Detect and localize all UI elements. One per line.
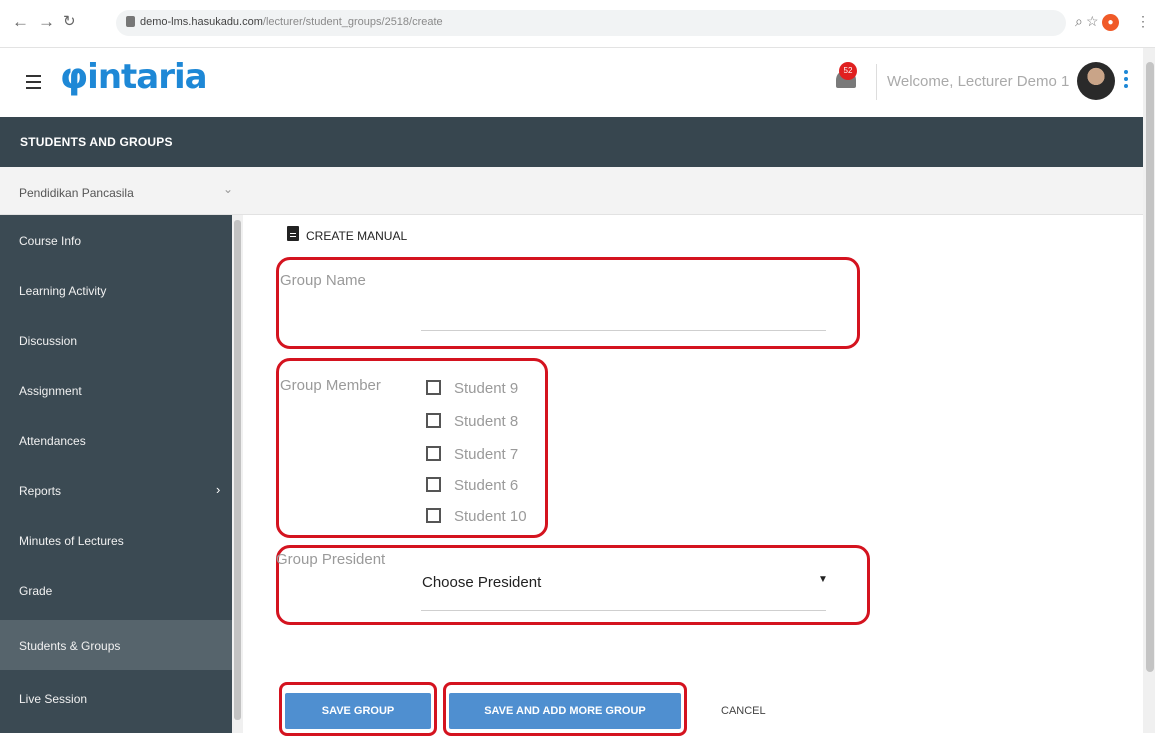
star-icon[interactable]: ☆ bbox=[1086, 13, 1099, 30]
cancel-button[interactable]: CANCEL bbox=[721, 705, 766, 717]
section-title: STUDENTS AND GROUPS bbox=[20, 135, 173, 149]
save-group-button[interactable]: SAVE GROUP bbox=[285, 693, 431, 729]
avatar[interactable] bbox=[1077, 62, 1115, 100]
sidebar-item-minutes-of-lectures[interactable]: Minutes of Lectures bbox=[0, 515, 232, 565]
checkbox[interactable] bbox=[426, 413, 441, 428]
checkbox[interactable] bbox=[426, 380, 441, 395]
checkbox[interactable] bbox=[426, 446, 441, 461]
save-and-add-more-group-button[interactable]: SAVE AND ADD MORE GROUP bbox=[449, 693, 681, 729]
logo: φintaria bbox=[60, 56, 208, 97]
group-president-label: Group President bbox=[276, 551, 386, 568]
header-divider bbox=[876, 64, 877, 100]
chevron-right-icon: › bbox=[216, 482, 221, 497]
section-bar: STUDENTS AND GROUPS bbox=[0, 117, 1143, 167]
back-icon[interactable]: ← bbox=[12, 12, 29, 32]
president-select[interactable]: Choose President bbox=[422, 574, 541, 591]
form-heading: CREATE MANUAL bbox=[306, 229, 408, 243]
sidebar-item-grade[interactable]: Grade bbox=[0, 565, 232, 615]
sidebar-scrollbar-thumb[interactable] bbox=[234, 220, 241, 720]
forward-icon[interactable]: → bbox=[38, 12, 55, 32]
browser-toolbar: ← → ↻ demo-lms.hasukadu.com/lecturer/stu… bbox=[0, 0, 1155, 48]
group-name-highlight bbox=[276, 257, 860, 349]
president-select-underline bbox=[421, 610, 826, 611]
page-scrollbar-thumb[interactable] bbox=[1146, 62, 1154, 672]
zoom-icon[interactable]: ⌕ bbox=[1075, 13, 1083, 30]
sidebar-item-live-session[interactable]: Live Session bbox=[0, 673, 232, 723]
bell-icon[interactable]: 52 bbox=[833, 62, 859, 92]
sidebar-item-discussion[interactable]: Discussion bbox=[0, 315, 232, 365]
extension-icon[interactable]: ● bbox=[1102, 14, 1119, 31]
welcome-text: Welcome, Lecturer Demo 1 bbox=[887, 73, 1070, 90]
hamburger-icon[interactable] bbox=[26, 75, 41, 93]
app-header: φintaria 52 Welcome, Lecturer Demo 1 bbox=[0, 48, 1143, 117]
chevron-down-icon[interactable]: ⌄ bbox=[223, 182, 233, 196]
dropdown-arrow-icon[interactable]: ▼ bbox=[818, 574, 828, 585]
course-name: Pendidikan Pancasila bbox=[19, 186, 134, 200]
address-bar[interactable]: demo-lms.hasukadu.com/lecturer/student_g… bbox=[116, 10, 1066, 36]
group-name-input[interactable] bbox=[421, 330, 826, 331]
browser-menu-icon[interactable]: ⋮ bbox=[1136, 13, 1150, 30]
checkbox[interactable] bbox=[426, 477, 441, 492]
document-icon bbox=[287, 226, 299, 241]
main-content: CREATE MANUAL Group Name Group Member St… bbox=[243, 215, 1143, 736]
reload-icon[interactable]: ↻ bbox=[63, 12, 76, 32]
url-text: demo-lms.hasukadu.com/lecturer/student_g… bbox=[140, 16, 443, 28]
group-member-label: Group Member bbox=[280, 377, 381, 394]
sidebar: Course Info Learning Activity Discussion… bbox=[0, 215, 232, 733]
sidebar-item-reports[interactable]: Reports › bbox=[0, 465, 232, 515]
group-name-label: Group Name bbox=[280, 272, 366, 289]
kebab-icon[interactable] bbox=[1124, 70, 1128, 91]
sidebar-item-learning-activity[interactable]: Learning Activity bbox=[0, 265, 232, 315]
lock-icon bbox=[126, 16, 135, 27]
sidebar-item-students-groups[interactable]: Students & Groups bbox=[0, 620, 232, 670]
logo-mark-icon: φ bbox=[60, 56, 88, 97]
sidebar-item-assignment[interactable]: Assignment bbox=[0, 365, 232, 415]
sidebar-item-course-info[interactable]: Course Info bbox=[0, 215, 232, 265]
course-selector[interactable]: Pendidikan Pancasila ⌄ bbox=[0, 167, 1143, 215]
sidebar-item-attendances[interactable]: Attendances bbox=[0, 415, 232, 465]
checkbox[interactable] bbox=[426, 508, 441, 523]
notification-badge: 52 bbox=[839, 62, 857, 80]
